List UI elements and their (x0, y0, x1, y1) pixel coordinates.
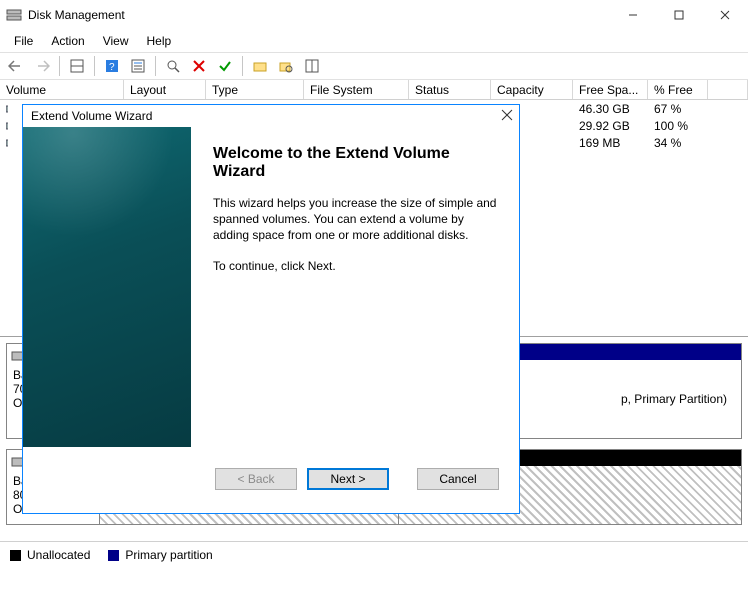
settings-panel-icon[interactable] (300, 54, 324, 78)
wizard-content: Welcome to the Extend Volume Wizard This… (191, 127, 519, 447)
apply-icon[interactable] (213, 54, 237, 78)
cell-free: 46.30 GB (573, 102, 648, 116)
volume-row-icon (0, 138, 14, 148)
back-button[interactable] (4, 54, 28, 78)
forward-button[interactable] (30, 54, 54, 78)
col-capacity[interactable]: Capacity (491, 80, 573, 99)
col-spacer (708, 80, 748, 99)
view-split-icon[interactable] (65, 54, 89, 78)
wizard-continue-text: To continue, click Next. (213, 258, 497, 274)
menu-action[interactable]: Action (43, 32, 92, 50)
cell-pct: 34 % (648, 136, 708, 150)
menu-file[interactable]: File (6, 32, 41, 50)
svg-text:?: ? (109, 62, 115, 73)
menu-help[interactable]: Help (139, 32, 180, 50)
volume-row-icon (0, 104, 14, 114)
wizard-description: This wizard helps you increase the size … (213, 195, 497, 244)
wizard-titlebar: Extend Volume Wizard (23, 105, 519, 127)
cell-free: 29.92 GB (573, 119, 648, 133)
delete-icon[interactable] (187, 54, 211, 78)
back-button: < Back (215, 468, 297, 490)
extend-volume-wizard: Extend Volume Wizard Welcome to the Exte… (22, 104, 520, 514)
legend-primary: Primary partition (108, 548, 212, 562)
wizard-footer: < Back Next > Cancel (23, 447, 519, 511)
table-header: Volume Layout Type File System Status Ca… (0, 80, 748, 100)
cell-pct: 100 % (648, 119, 708, 133)
col-volume[interactable]: Volume (0, 80, 124, 99)
wizard-close-button[interactable] (501, 109, 513, 124)
col-filesystem[interactable]: File System (304, 80, 409, 99)
volume-row-icon (0, 121, 14, 131)
col-type[interactable]: Type (206, 80, 304, 99)
minimize-button[interactable] (610, 0, 656, 30)
col-layout[interactable]: Layout (124, 80, 206, 99)
titlebar: Disk Management (0, 0, 748, 30)
legend: Unallocated Primary partition (0, 541, 748, 568)
col-freespace[interactable]: Free Spa... (573, 80, 648, 99)
close-button[interactable] (702, 0, 748, 30)
menubar: File Action View Help (0, 30, 748, 52)
next-button[interactable]: Next > (307, 468, 389, 490)
properties-icon[interactable] (126, 54, 150, 78)
wizard-heading: Welcome to the Extend Volume Wizard (213, 145, 497, 181)
help-icon[interactable]: ? (100, 54, 124, 78)
wizard-sidebar-graphic (23, 127, 191, 447)
disk-mgmt-icon (6, 7, 22, 23)
cell-free: 169 MB (573, 136, 648, 150)
toolbar: ? (0, 52, 748, 80)
cell-pct: 67 % (648, 102, 708, 116)
col-pctfree[interactable]: % Free (648, 80, 708, 99)
maximize-button[interactable] (656, 0, 702, 30)
legend-unallocated: Unallocated (10, 548, 90, 562)
window-title: Disk Management (28, 8, 610, 22)
search-icon[interactable] (161, 54, 185, 78)
new-folder-icon[interactable] (248, 54, 272, 78)
menu-view[interactable]: View (95, 32, 137, 50)
cancel-button[interactable]: Cancel (417, 468, 499, 490)
find-folder-icon[interactable] (274, 54, 298, 78)
col-status[interactable]: Status (409, 80, 491, 99)
wizard-title-text: Extend Volume Wizard (31, 109, 152, 123)
